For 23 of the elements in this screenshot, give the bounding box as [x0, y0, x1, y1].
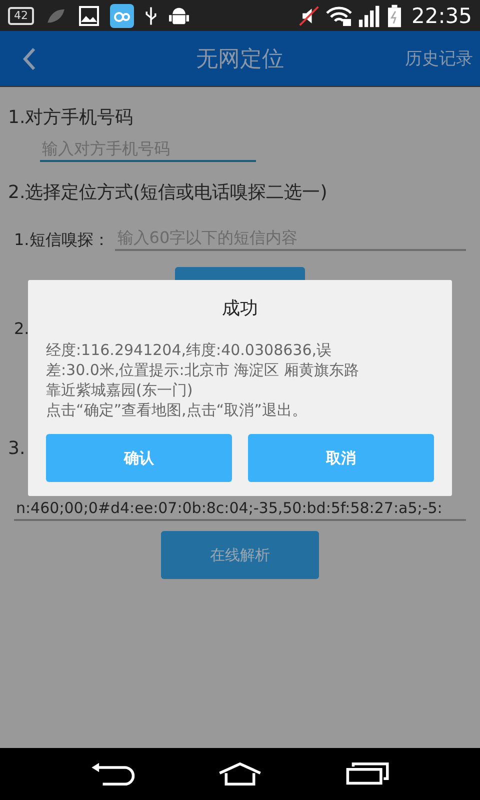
- confirm-button[interactable]: 确认: [46, 434, 232, 482]
- section-heading: 3.: [8, 438, 26, 459]
- option-label: 1.短信嗅探：: [14, 230, 110, 251]
- dialog-title: 成功: [221, 297, 259, 320]
- image-icon: [78, 4, 100, 26]
- usb-icon: [144, 4, 158, 26]
- clock-time: 22:35: [411, 4, 472, 28]
- data-input-field[interactable]: n:460;00;0#d4:ee:07:0b:8c:04;-35,50:bd:5f:58:27:a5;-5:: [14, 497, 466, 521]
- section-heading: 2.选择定位方式(短信或电话嗅探二选一): [8, 181, 328, 204]
- parse-online-button[interactable]: 在线解析: [161, 531, 319, 579]
- option-label: 2.: [13, 319, 30, 338]
- cancel-button[interactable]: 取消: [248, 434, 434, 482]
- muted-speaker-icon: [298, 4, 320, 26]
- dialog-message: 经度:116.2941204,纬度:40.0308636,误 差:30.0米,位置提示:北京市 海淀区 厢黄旗东路 靠近紫城嘉园(东一门) 点击“确定”查看地图,点击“取消”退出。: [46, 340, 360, 420]
- recent-apps-icon[interactable]: [345, 762, 391, 786]
- wifi-icon: [326, 4, 352, 26]
- section-heading: 1.对方手机号码: [8, 106, 134, 129]
- notification-count: 42: [8, 6, 34, 24]
- page-title: 无网定位: [196, 46, 284, 74]
- battery-icon: [388, 4, 402, 28]
- history-link[interactable]: 历史记录: [405, 47, 473, 70]
- back-icon[interactable]: [89, 762, 135, 786]
- android-icon: [168, 6, 190, 26]
